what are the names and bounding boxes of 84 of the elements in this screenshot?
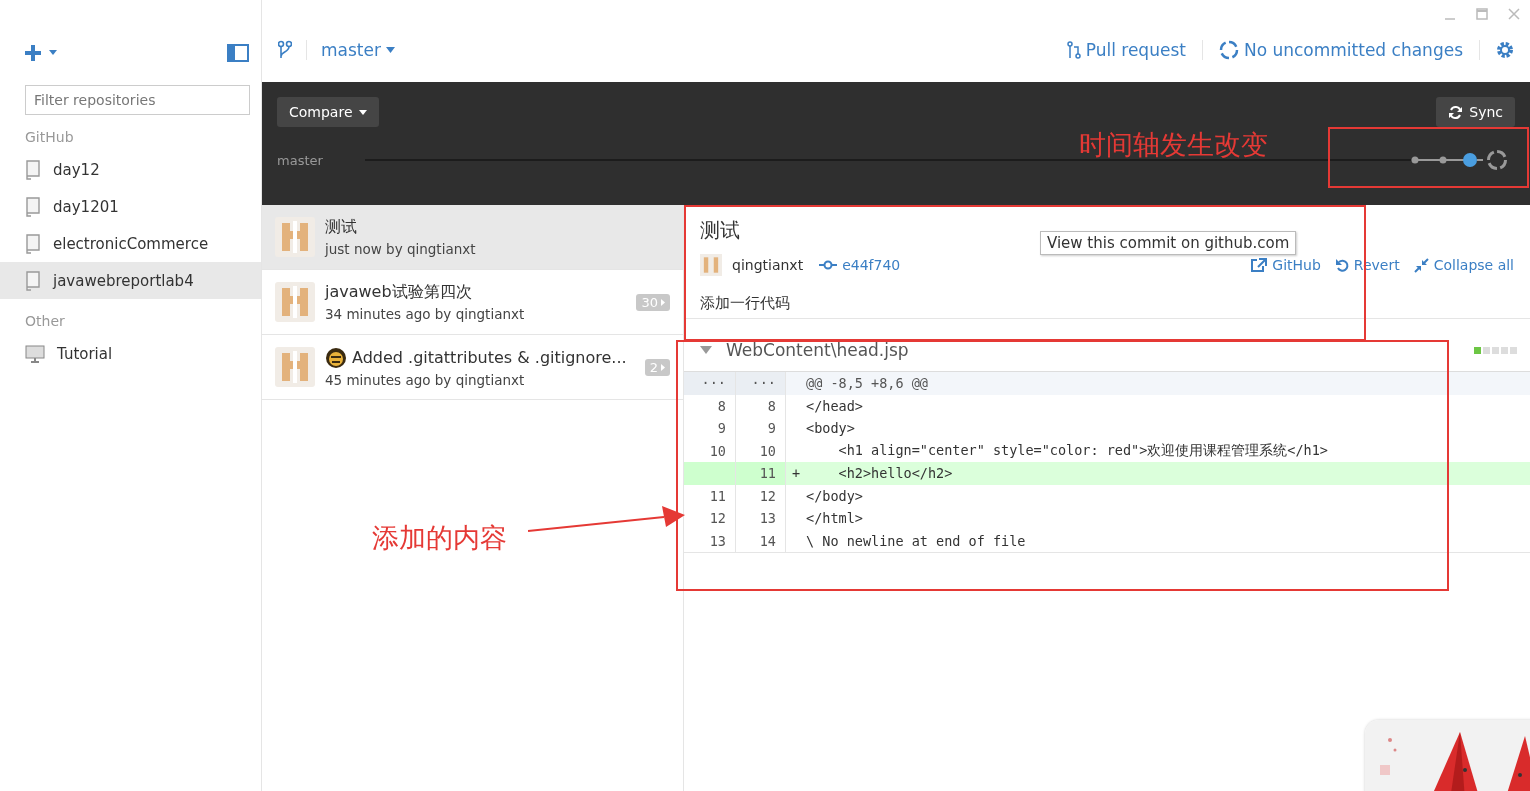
code-line: <h2>hello</h2>	[837, 465, 954, 482]
repository-item[interactable]: day12	[0, 151, 261, 188]
commit-meta: 34 minutes ago by qingtianxt	[325, 306, 526, 322]
line-number: 8	[717, 397, 726, 414]
caret-icon	[358, 109, 367, 115]
line-number: 10	[709, 442, 726, 459]
line-number: 8	[767, 397, 776, 414]
line-number: 11	[759, 465, 776, 482]
line-number: 12	[709, 510, 726, 527]
line-number: 13	[709, 532, 726, 549]
repository-item[interactable]: javawebreportlab4	[0, 262, 261, 299]
collapse-icon	[1413, 257, 1429, 273]
filter-field[interactable]: Filter repositories	[25, 85, 250, 115]
avatar-icon	[700, 254, 722, 276]
commit-icon	[819, 260, 838, 270]
commit-title: 测试	[700, 217, 740, 244]
undo-icon	[1334, 257, 1349, 273]
avatar-icon	[275, 347, 315, 387]
repository-name: day12	[53, 160, 100, 179]
line-number: ···	[736, 372, 786, 395]
add-icon[interactable]	[25, 43, 59, 63]
pull-request-icon	[1066, 41, 1081, 59]
file-path: WebContent\head.jsp	[726, 340, 909, 360]
code-line: <h1 align="center" style="color: red">欢迎使用课程管理系统</h1>	[837, 441, 1329, 460]
repository-item[interactable]: Tutorial	[0, 335, 261, 372]
hunk-header: @@ -8,5 +8,6 @@	[806, 375, 929, 392]
repository-name: javawebreportlab4	[53, 271, 194, 290]
repository-item[interactable]: electronicCommerce	[0, 225, 261, 262]
line-number: 11	[709, 487, 726, 504]
diff-stat-icon	[1474, 346, 1518, 354]
line-number: 9	[767, 420, 776, 437]
commit-item[interactable]: 测试 just now by qingtianxt	[262, 205, 683, 270]
compare-button[interactable]: Compare	[277, 97, 379, 127]
code-line: </html>	[806, 510, 864, 527]
code-line: <body>	[806, 420, 856, 437]
commit-message: 添加一行代码	[700, 294, 791, 313]
uncommitted-changes-button[interactable]: No uncommitted changes	[1218, 40, 1463, 60]
avatar-icon	[275, 217, 315, 257]
repo-icon	[25, 233, 41, 254]
code-line: \ No newline at end of file	[806, 532, 1027, 549]
annotation-text: 添加的内容	[372, 521, 507, 555]
commit-sha-link[interactable]: e44f740	[819, 257, 901, 273]
diff-marker: +	[792, 465, 801, 482]
annotation-text: 时间轴发生改变	[1079, 128, 1268, 162]
monitor-icon	[25, 344, 45, 363]
commit-title: 测试	[325, 217, 357, 238]
branch-label: master	[277, 152, 324, 168]
sync-button[interactable]: Sync	[1436, 97, 1515, 127]
group-heading: Other	[24, 312, 66, 331]
commit-title: javaweb试验第四次	[325, 282, 472, 303]
commit-meta: 45 minutes ago by qingtianxt	[325, 371, 526, 388]
commit-meta: just now by qingtianxt	[325, 241, 477, 257]
repository-item[interactable]: day1201	[0, 188, 261, 225]
repo-icon	[25, 196, 41, 217]
sync-icon	[1448, 104, 1464, 120]
branch-selector[interactable]: master	[321, 40, 395, 60]
line-number: 9	[717, 420, 726, 437]
group-heading: GitHub	[24, 128, 75, 147]
tooltip: View this commit on github.com	[1040, 231, 1297, 255]
avatar-icon	[275, 282, 315, 322]
settings-icon[interactable]	[1496, 41, 1514, 59]
disclosure-icon[interactable]	[700, 346, 712, 354]
line-number: 10	[759, 442, 776, 459]
commit-title: Added .gitattributes & .gitignore...	[352, 348, 627, 367]
github-button[interactable]: GitHub	[1251, 257, 1321, 273]
code-line: </head>	[806, 397, 864, 414]
branch-icon[interactable]	[278, 40, 292, 60]
external-link-icon	[1251, 258, 1268, 272]
line-number: 14	[759, 532, 776, 549]
collapse-button[interactable]: Collapse all	[1413, 257, 1514, 273]
repository-name: day1201	[53, 197, 119, 216]
sidebar-toggle-icon[interactable]	[227, 44, 249, 62]
author-name: qingtianxt	[732, 257, 804, 273]
line-number: 12	[759, 487, 776, 504]
caret-icon	[385, 47, 395, 53]
dashed-circle-icon	[1218, 40, 1239, 60]
pull-request-button[interactable]: Pull request	[1066, 40, 1186, 60]
code-line: </body>	[806, 487, 864, 504]
repository-name: electronicCommerce	[53, 234, 209, 253]
repo-icon	[25, 270, 41, 291]
line-number: ···	[684, 372, 736, 395]
repo-icon	[25, 159, 41, 180]
line-number: 13	[759, 510, 776, 527]
repository-name: Tutorial	[57, 344, 113, 363]
